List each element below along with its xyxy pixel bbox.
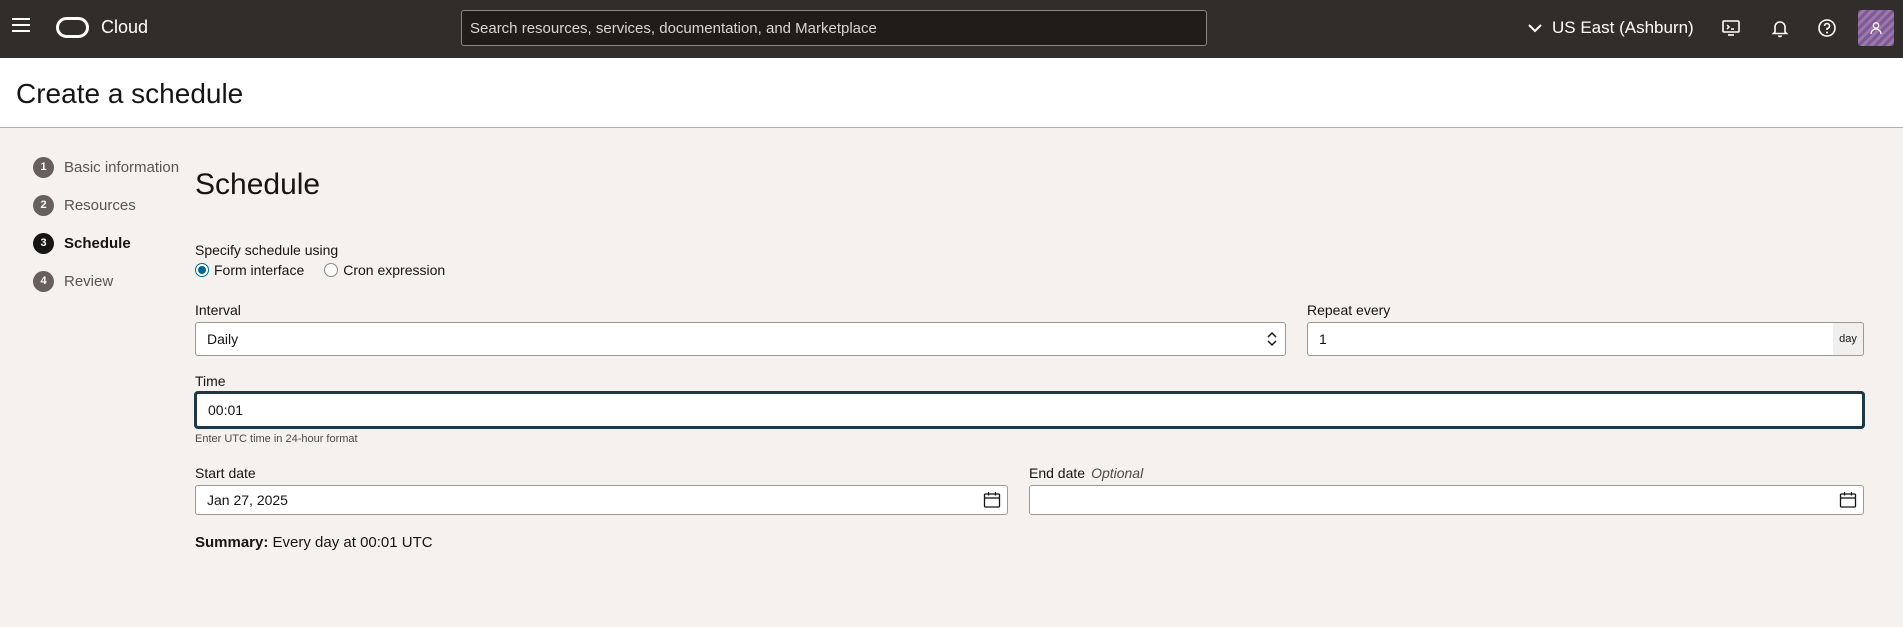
cron-expression-radio[interactable] (324, 263, 339, 277)
schedule-summary: Summary: Every day at 00:01 UTC (195, 534, 433, 551)
calendar-icon[interactable] (983, 491, 1001, 509)
end-date-label: End date Optional (1029, 465, 1143, 481)
help-icon[interactable] (1816, 17, 1838, 39)
repeat-every-value: 1 (1319, 331, 1327, 347)
top-bar: Cloud US East (Ashburn) (0, 0, 1903, 58)
time-value: 00:01 (208, 402, 244, 418)
interval-value: Daily (207, 331, 239, 347)
interval-select[interactable]: Daily (195, 322, 1286, 356)
chevron-down-icon (1528, 23, 1542, 32)
menu-icon[interactable] (12, 18, 30, 36)
brand-name[interactable]: Cloud (101, 17, 148, 38)
oracle-logo-icon[interactable] (56, 17, 89, 38)
end-date-input[interactable] (1029, 485, 1864, 515)
region-selector[interactable]: US East (Ashburn) (1528, 16, 1694, 40)
search-input[interactable] (461, 10, 1207, 46)
time-input[interactable]: 00:01 (195, 392, 1864, 428)
cloud-shell-icon[interactable] (1720, 17, 1742, 39)
step-number: 2 (33, 194, 54, 216)
region-label: US East (Ashburn) (1552, 18, 1694, 37)
select-arrows-icon (1267, 331, 1277, 347)
interval-label: Interval (195, 302, 241, 318)
title-band: Create a schedule (0, 58, 1903, 128)
page-title: Create a schedule (16, 78, 244, 109)
user-avatar[interactable] (1858, 10, 1894, 46)
summary-label: Summary: (195, 534, 269, 551)
step-number: 3 (33, 232, 54, 254)
time-hint: Enter UTC time in 24-hour format (195, 433, 358, 445)
schedule-mode-radio-group: Form interface Cron expression (195, 262, 465, 278)
form-interface-radio-label[interactable]: Form interface (214, 262, 304, 278)
step-resources[interactable]: 2 Resources (33, 194, 136, 216)
specify-schedule-label: Specify schedule using (195, 242, 339, 258)
optional-tag: Optional (1091, 465, 1144, 481)
repeat-unit-addon: day (1833, 322, 1864, 356)
step-review[interactable]: 4 Review (33, 270, 113, 292)
step-label: Review (64, 272, 114, 290)
form-interface-radio[interactable] (195, 263, 209, 277)
step-schedule[interactable]: 3 Schedule (33, 232, 131, 254)
repeat-every-input[interactable]: 1 (1307, 322, 1834, 356)
step-label: Basic information (64, 158, 180, 176)
start-date-input[interactable]: Jan 27, 2025 (195, 485, 1008, 515)
step-label: Schedule (64, 234, 131, 252)
summary-text: Every day at 00:01 UTC (272, 534, 433, 551)
step-number: 4 (33, 270, 54, 292)
start-date-label: Start date (195, 465, 256, 481)
user-icon (1870, 22, 1882, 35)
repeat-every-label: Repeat every (1307, 302, 1391, 318)
step-basic-information[interactable]: 1 Basic information (33, 156, 179, 178)
step-label: Resources (64, 196, 136, 214)
time-label: Time (195, 373, 226, 389)
section-title: Schedule (195, 168, 321, 201)
start-date-value: Jan 27, 2025 (207, 492, 288, 508)
calendar-icon[interactable] (1839, 491, 1857, 509)
cron-expression-radio-label[interactable]: Cron expression (343, 262, 445, 278)
notifications-bell-icon[interactable] (1769, 17, 1791, 39)
end-date-label-text: End date (1029, 465, 1086, 481)
step-number: 1 (33, 156, 54, 178)
